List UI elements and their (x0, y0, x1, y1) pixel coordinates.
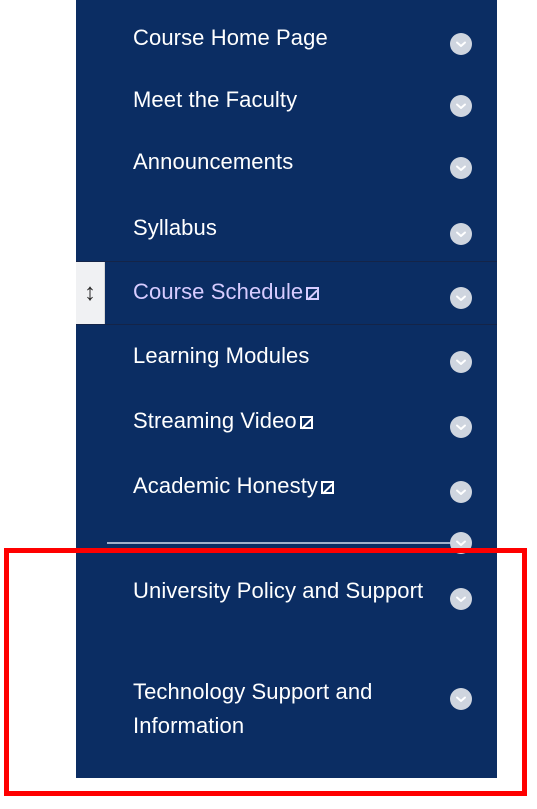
menu-item-syllabus[interactable]: Syllabus (76, 198, 497, 260)
chevron-down-icon[interactable] (450, 287, 472, 309)
menu-divider (107, 542, 454, 544)
menu-item-course-schedule[interactable]: ↕ Course Schedule (76, 261, 497, 325)
menu-item-learning-modules[interactable]: Learning Modules (76, 326, 497, 388)
menu-item-academic-honesty[interactable]: Academic Honesty (76, 456, 497, 518)
menu-item-meet-the-faculty[interactable]: Meet the Faculty (76, 70, 497, 132)
chevron-down-icon[interactable] (450, 157, 472, 179)
menu-item-announcements[interactable]: Announcements (76, 132, 497, 194)
drag-handle-icon[interactable]: ↕ (76, 262, 105, 324)
hidden-from-students-icon (299, 416, 313, 429)
menu-item-university-policy-and-support[interactable]: University Policy and Support (76, 572, 497, 666)
menu-item-label: Syllabus (133, 215, 217, 240)
menu-item-label: Learning Modules (133, 343, 310, 368)
menu-item-label: Course Schedule (133, 276, 320, 308)
chevron-down-icon[interactable] (450, 351, 472, 373)
menu-item-label: Meet the Faculty (133, 87, 298, 112)
menu-item-label-text: Streaming Video (133, 408, 297, 433)
chevron-down-icon[interactable] (450, 416, 472, 438)
menu-item-label: Streaming Video (133, 405, 313, 437)
menu-item-label: Academic Honesty (133, 470, 335, 502)
course-menu: Course Home Page Meet the Faculty Announ… (76, 0, 497, 778)
chevron-down-icon[interactable] (450, 532, 472, 554)
menu-item-label: University Policy and Support (133, 578, 424, 603)
chevron-down-icon[interactable] (450, 33, 472, 55)
course-menu-screenshot: Course Home Page Meet the Faculty Announ… (0, 0, 537, 809)
menu-item-label-text: Academic Honesty (133, 473, 319, 498)
menu-item-course-home-page[interactable]: Course Home Page (76, 8, 497, 70)
chevron-down-icon[interactable] (450, 95, 472, 117)
menu-item-technology-support-and-information[interactable]: Technology Support and Information (76, 673, 497, 767)
menu-item-label: Announcements (133, 149, 294, 174)
chevron-down-icon[interactable] (450, 588, 472, 610)
menu-item-label: Course Home Page (133, 25, 328, 50)
hidden-from-students-icon (321, 481, 335, 494)
chevron-down-icon[interactable] (450, 688, 472, 710)
menu-item-label-text: Course Schedule (133, 279, 304, 304)
menu-item-streaming-video[interactable]: Streaming Video (76, 391, 497, 453)
hidden-from-students-icon (306, 287, 320, 300)
chevron-down-icon[interactable] (450, 481, 472, 503)
chevron-down-icon[interactable] (450, 223, 472, 245)
menu-item-label: Technology Support and Information (133, 679, 373, 738)
